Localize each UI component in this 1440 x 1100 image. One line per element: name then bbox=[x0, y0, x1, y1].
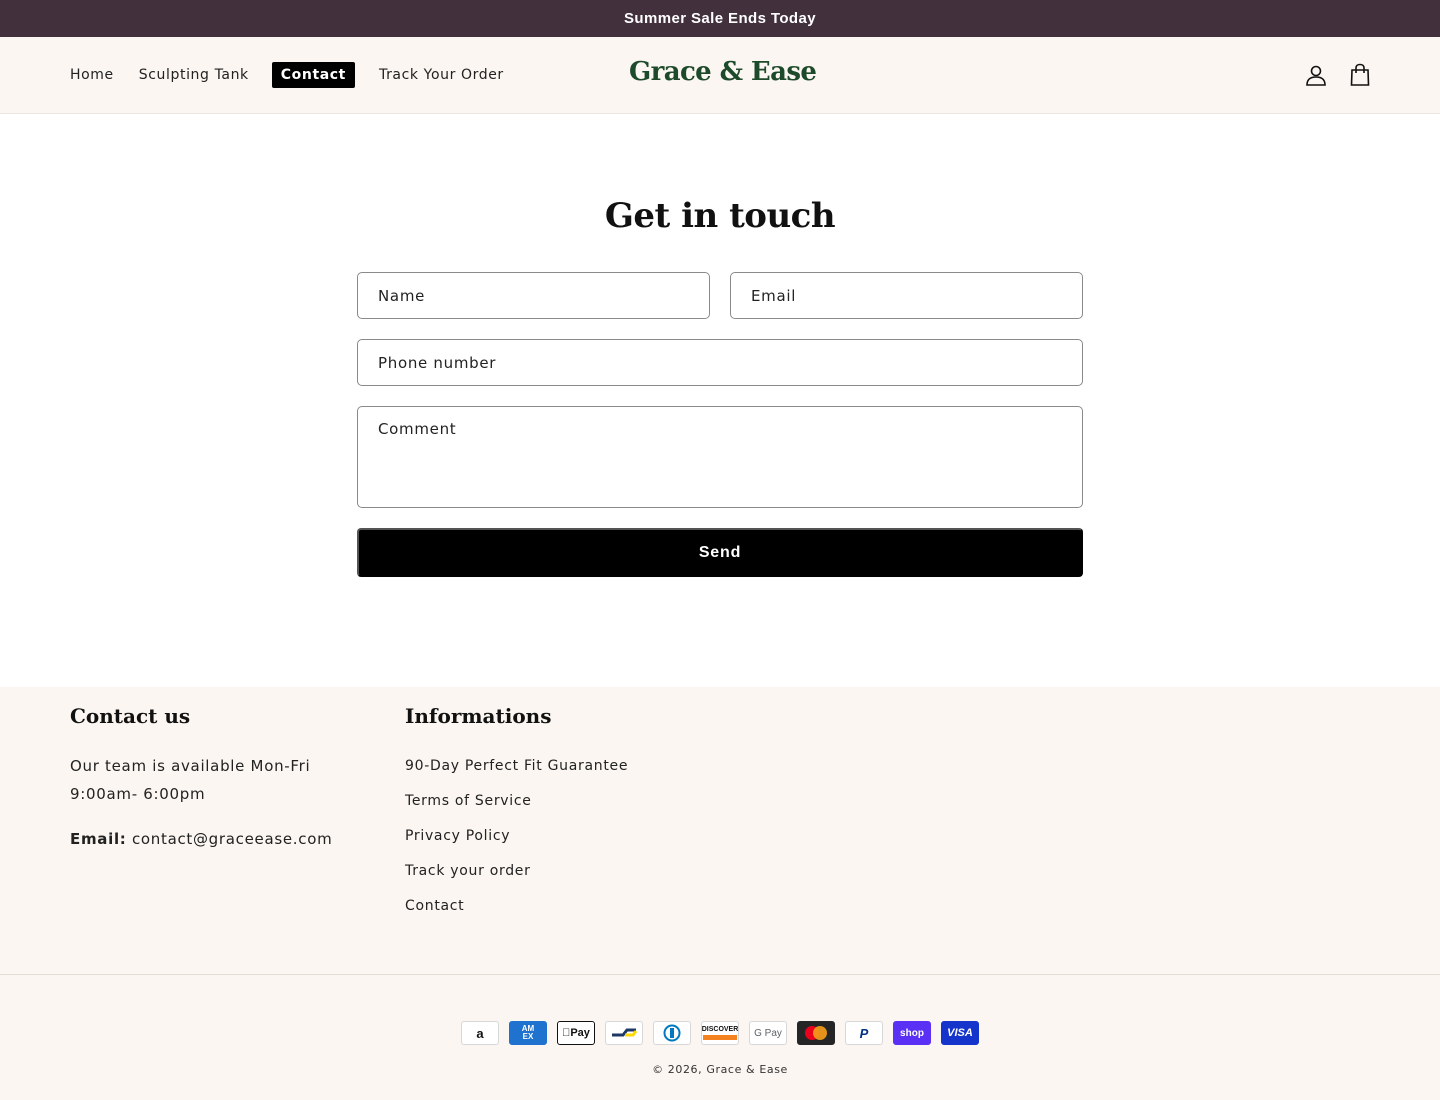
name-placeholder: Name bbox=[378, 286, 426, 305]
google-pay-icon: G Pay bbox=[749, 1021, 787, 1045]
bancontact-icon bbox=[605, 1021, 643, 1045]
announcement-bar: Summer Sale Ends Today bbox=[0, 0, 1440, 37]
copyright: © 2026, Grace & Ease bbox=[652, 1063, 788, 1076]
footer-link-terms[interactable]: Terms of Service bbox=[405, 793, 532, 809]
footer-link-track-order[interactable]: Track your order bbox=[405, 863, 531, 879]
payment-methods: a AMEX Pay DISCOVER G Pay P shop VISA bbox=[461, 1021, 979, 1045]
paypal-icon: P bbox=[845, 1021, 883, 1045]
visa-icon: VISA bbox=[941, 1021, 979, 1045]
footer-link-contact[interactable]: Contact bbox=[405, 898, 464, 914]
footer-link-guarantee[interactable]: 90-Day Perfect Fit Guarantee bbox=[405, 758, 628, 774]
phone-field[interactable]: Phone number bbox=[357, 339, 1083, 386]
comment-field[interactable]: Comment bbox=[357, 406, 1083, 508]
apple-pay-icon: Pay bbox=[557, 1021, 595, 1045]
availability-line-1: Our team is available Mon-Fri bbox=[70, 757, 311, 775]
main-nav: Home Sculpting Tank Contact Track Your O… bbox=[62, 37, 521, 113]
footer-divider bbox=[0, 974, 1440, 975]
name-field[interactable]: Name bbox=[357, 272, 710, 319]
site-footer: Contact us Our team is available Mon-Fri… bbox=[0, 687, 1440, 1100]
announcement-text: Summer Sale Ends Today bbox=[624, 10, 816, 27]
nav-home[interactable]: Home bbox=[62, 62, 122, 88]
site-header: Home Sculpting Tank Contact Track Your O… bbox=[0, 37, 1440, 114]
nav-contact[interactable]: Contact bbox=[271, 62, 355, 88]
account-icon[interactable] bbox=[1302, 61, 1330, 89]
email-label: Email: bbox=[70, 830, 127, 848]
nav-track-order[interactable]: Track Your Order bbox=[371, 62, 512, 88]
nav-sculpting-tank[interactable]: Sculpting Tank bbox=[131, 62, 257, 88]
contact-us-heading: Contact us bbox=[70, 704, 191, 728]
discover-icon: DISCOVER bbox=[701, 1021, 739, 1045]
site-logo[interactable]: Grace & Ease bbox=[629, 57, 817, 87]
contact-email: Email: contact@graceease.com bbox=[70, 825, 332, 853]
footer-link-privacy[interactable]: Privacy Policy bbox=[405, 828, 510, 844]
page-title: Get in touch bbox=[604, 196, 836, 236]
shop-pay-icon: shop bbox=[893, 1021, 931, 1045]
phone-placeholder: Phone number bbox=[378, 353, 497, 372]
cart-icon[interactable] bbox=[1346, 61, 1374, 89]
email-link[interactable]: contact@graceease.com bbox=[132, 830, 332, 848]
send-button[interactable]: Send bbox=[357, 528, 1083, 577]
mastercard-icon bbox=[797, 1021, 835, 1045]
comment-placeholder: Comment bbox=[378, 420, 457, 438]
informations-heading: Informations bbox=[405, 704, 552, 728]
amazon-pay-icon: a bbox=[461, 1021, 499, 1045]
email-placeholder: Email bbox=[751, 286, 797, 305]
availability-line-2: 9:00am- 6:00pm bbox=[70, 785, 206, 803]
amex-icon: AM EX bbox=[509, 1021, 547, 1045]
email-field[interactable]: Email bbox=[730, 272, 1083, 319]
diners-club-icon bbox=[653, 1021, 691, 1045]
